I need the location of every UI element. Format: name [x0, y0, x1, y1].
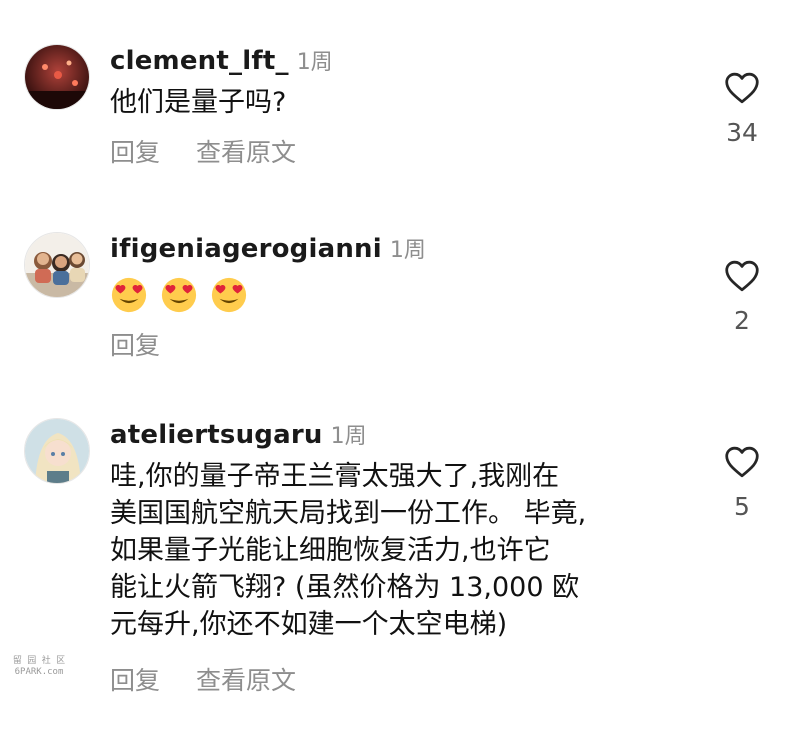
- watermark-line: 6PARK.com: [14, 667, 64, 677]
- timestamp: 1周: [296, 50, 333, 75]
- heart-outline-icon: [725, 260, 759, 292]
- like-count: 5: [734, 492, 750, 521]
- avatar[interactable]: [24, 44, 90, 110]
- like-count: 2: [734, 306, 750, 335]
- username[interactable]: clement_lft_: [110, 46, 289, 76]
- username[interactable]: ifigeniagerogianni: [110, 234, 382, 264]
- heart-outline-icon: [725, 72, 759, 104]
- reply-button[interactable]: 回复: [110, 133, 160, 169]
- comment-text-line: 元每升,你还不如建一个太空电梯): [110, 609, 508, 640]
- like-button[interactable]: 2: [712, 260, 772, 335]
- avatar[interactable]: [24, 232, 90, 298]
- username[interactable]: ateliertsugaru: [110, 420, 323, 450]
- heart-eyes-emoji: [111, 277, 147, 313]
- comment-text-line: 美国国航空航天局找到一份工作。 毕竟,: [110, 498, 587, 529]
- heart-outline-icon: [725, 446, 759, 478]
- like-count: 34: [726, 118, 758, 147]
- like-button[interactable]: 34: [712, 72, 772, 147]
- comment-text-line: 能让火箭飞翔? (虽然价格为 13,000 欧: [110, 572, 580, 603]
- avatar[interactable]: [24, 418, 90, 484]
- comment-text-line: 哇,你的量子帝王兰膏太强大了,我刚在: [110, 461, 560, 492]
- watermark: 留 园 社 区 6PARK.com: [6, 656, 72, 678]
- timestamp: 1周: [330, 424, 367, 449]
- reply-button[interactable]: 回复: [110, 326, 160, 362]
- watermark-line: 留 园 社 区: [12, 656, 66, 666]
- view-original-button[interactable]: 查看原文: [196, 133, 296, 169]
- heart-eyes-emoji: [161, 277, 197, 313]
- comment-text: 哇,你的量子帝王兰膏太强大了,我刚在 美国国航空航天局找到一份工作。 毕竟, 如…: [110, 458, 690, 643]
- timestamp: 1周: [389, 238, 426, 263]
- view-original-button[interactable]: 查看原文: [196, 661, 296, 697]
- comment-text-line: 如果量子光能让细胞恢复活力,也许它: [110, 535, 551, 566]
- like-button[interactable]: 5: [712, 446, 772, 521]
- emoji-text: [110, 276, 690, 314]
- heart-eyes-emoji: [211, 277, 247, 313]
- comment-text: 他们是量子吗?: [110, 87, 287, 118]
- reply-button[interactable]: 回复: [110, 661, 160, 697]
